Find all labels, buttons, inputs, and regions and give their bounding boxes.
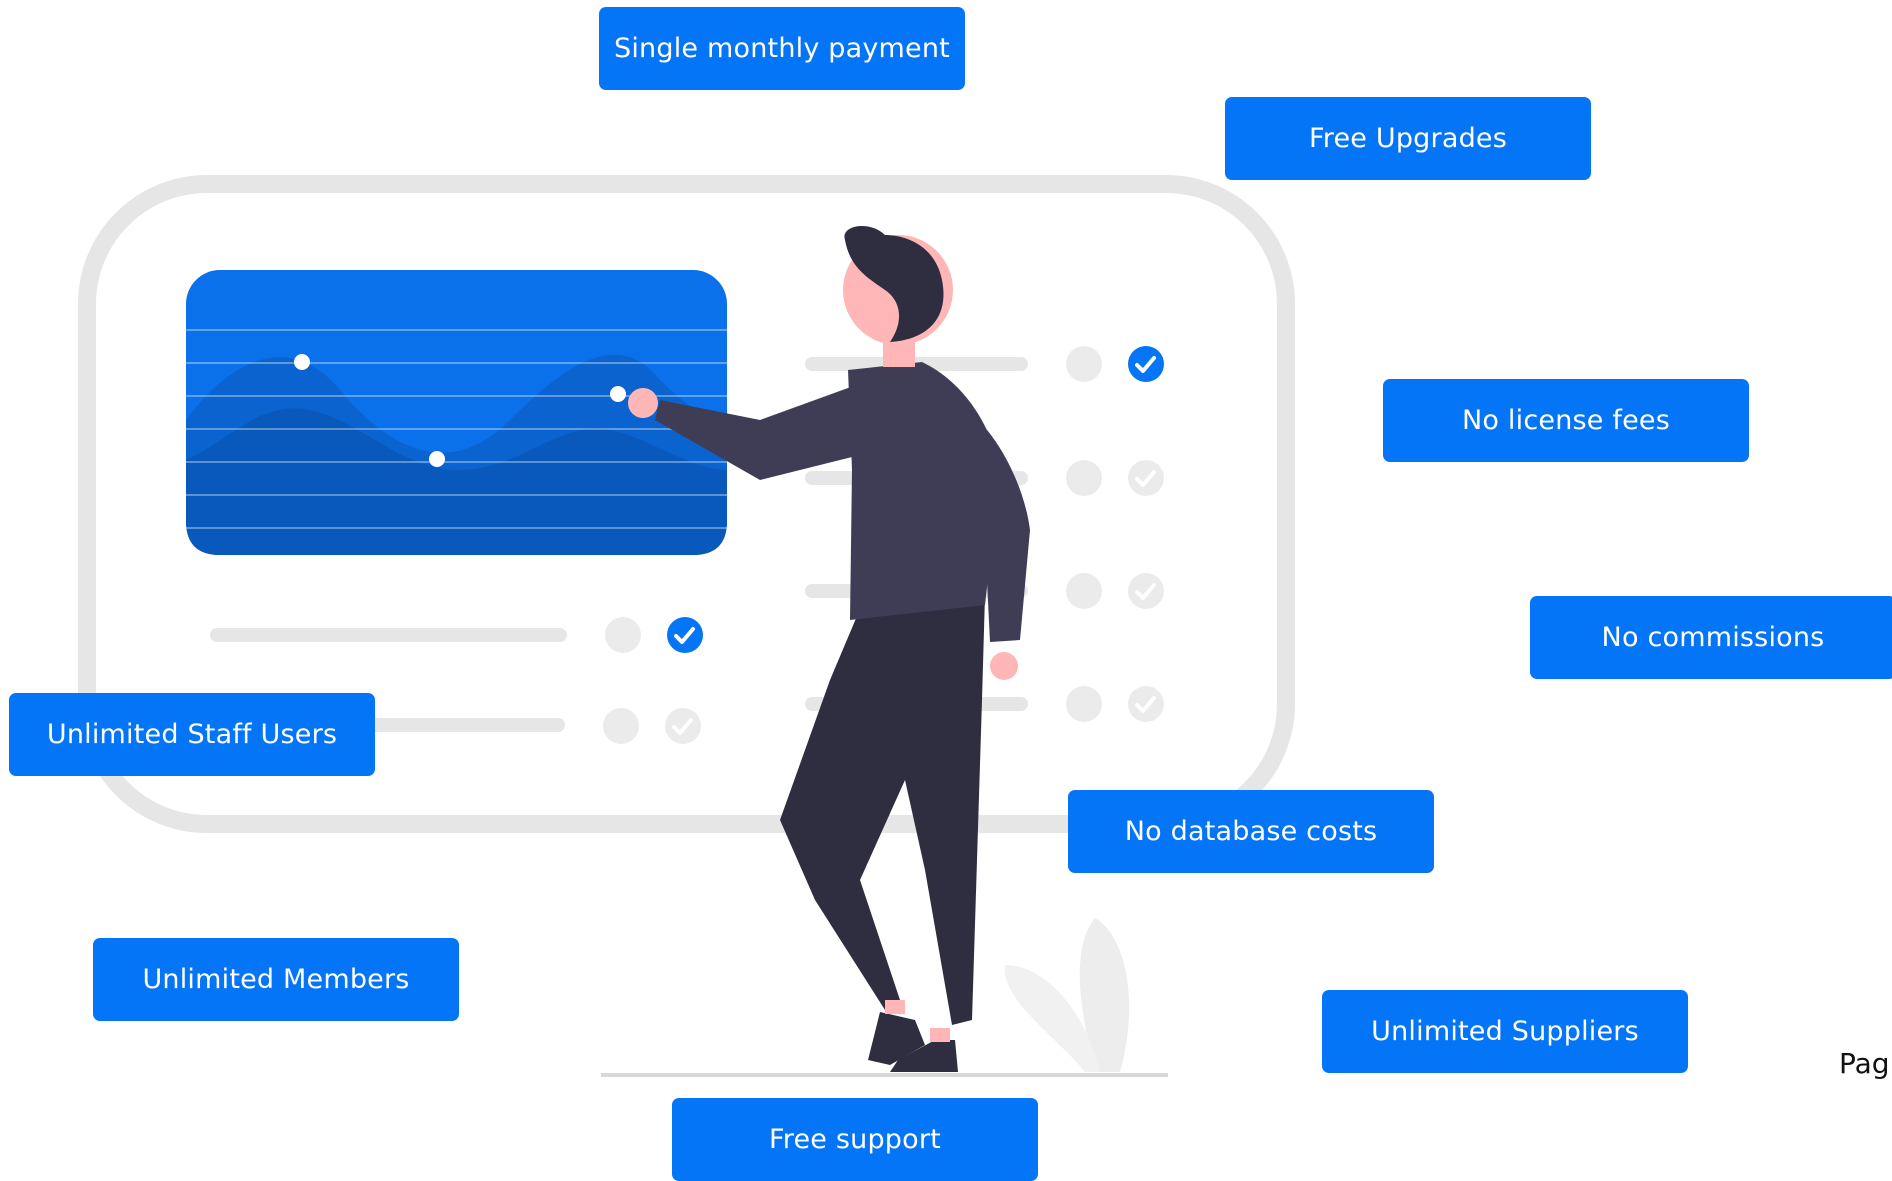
no-license-fees-tag: No license fees bbox=[1383, 379, 1749, 462]
unlimited-members-tag: Unlimited Members bbox=[93, 938, 459, 1021]
page-label-fragment: Pag bbox=[1839, 1047, 1890, 1080]
unlimited-staff-users-tag: Unlimited Staff Users bbox=[9, 693, 375, 776]
plant-decoration bbox=[1004, 918, 1130, 1072]
free-support-tag: Free support bbox=[672, 1098, 1038, 1181]
unlimited-suppliers-tag: Unlimited Suppliers bbox=[1322, 990, 1688, 1073]
no-database-costs-tag: No database costs bbox=[1068, 790, 1434, 873]
single-monthly-payment-tag: Single monthly payment bbox=[599, 7, 965, 90]
no-commissions-tag: No commissions bbox=[1530, 596, 1892, 679]
free-upgrades-tag: Free Upgrades bbox=[1225, 97, 1591, 180]
